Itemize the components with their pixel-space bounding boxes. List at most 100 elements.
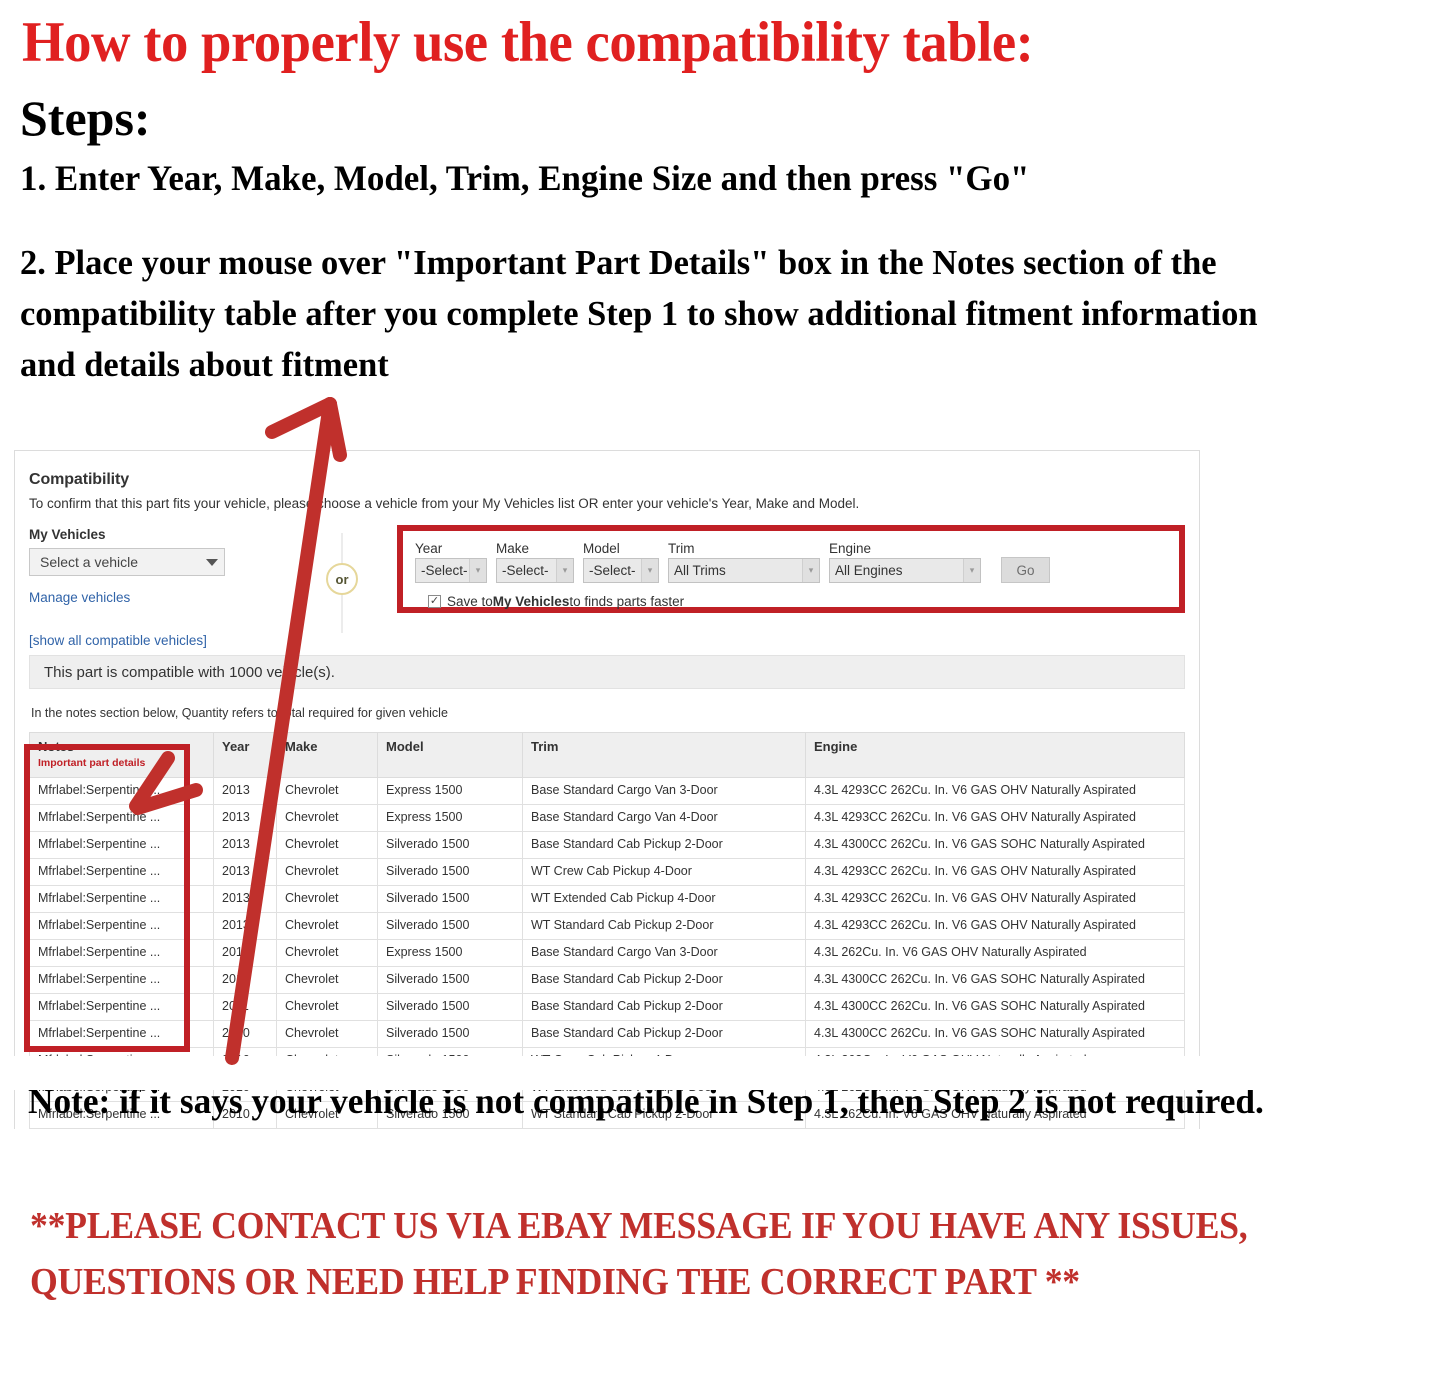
page-title: How to properly use the compatibility ta… bbox=[22, 11, 1034, 74]
save-vehicle-checkbox[interactable]: ✓ bbox=[428, 595, 441, 608]
cell-engine: 4.3L 4300CC 262Cu. In. V6 GAS SOHC Natur… bbox=[805, 966, 1185, 995]
my-vehicles-column: My Vehicles Select a vehicle Manage vehi… bbox=[29, 527, 287, 648]
cell-make: Chevrolet bbox=[276, 1020, 378, 1049]
table-header-row: Notes Important part details Year Make M… bbox=[29, 731, 1185, 779]
show-all-compatible-vehicles-link[interactable]: [show all compatible vehicles] bbox=[29, 633, 287, 648]
cell-notes[interactable]: Mfrlabel:Serpentine ... bbox=[29, 993, 214, 1022]
chevron-down-icon: ▾ bbox=[963, 559, 980, 582]
cell-model: Express 1500 bbox=[377, 939, 523, 968]
cell-model: Express 1500 bbox=[377, 777, 523, 806]
cell-trim: WT Extended Cab Pickup 4-Door bbox=[522, 885, 806, 914]
cell-notes[interactable]: Mfrlabel:Serpentine ... bbox=[29, 1020, 214, 1049]
cell-year: 2013 bbox=[213, 885, 277, 914]
cell-engine: 4.3L 4293CC 262Cu. In. V6 GAS OHV Natura… bbox=[805, 885, 1185, 914]
table-row: Mfrlabel:Serpentine ... 2013 Chevrolet Silv… bbox=[29, 831, 1185, 860]
cell-notes[interactable]: Mfrlabel:Serpentine ... bbox=[29, 885, 214, 914]
cell-engine: 4.3L 4293CC 262Cu. In. V6 GAS OHV Natura… bbox=[805, 777, 1185, 806]
model-label: Model bbox=[583, 541, 620, 556]
engine-select[interactable]: All Engines ▾ bbox=[829, 558, 981, 583]
trim-label: Trim bbox=[668, 541, 695, 556]
cell-engine: 4.3L 4300CC 262Cu. In. V6 GAS SOHC Natur… bbox=[805, 1020, 1185, 1049]
cell-notes[interactable]: Mfrlabel:Serpentine ... bbox=[29, 912, 214, 941]
cell-trim: Base Standard Cab Pickup 2-Door bbox=[522, 1020, 806, 1049]
model-value: -Select- bbox=[589, 563, 636, 578]
table-row: Mfrlabel:Serpentine ... 2013 Chevrolet Expr… bbox=[29, 804, 1185, 833]
cell-notes[interactable]: Mfrlabel:Serpentine ... bbox=[29, 966, 214, 995]
header-make: Make bbox=[276, 731, 378, 779]
cell-model: Silverado 1500 bbox=[377, 1020, 523, 1049]
cell-trim: Base Standard Cargo Van 3-Door bbox=[522, 777, 806, 806]
cell-notes[interactable]: Mfrlabel:Serpentine ... bbox=[29, 939, 214, 968]
table-clip-cover bbox=[0, 1056, 1445, 1090]
year-select[interactable]: -Select- ▾ bbox=[415, 558, 487, 583]
table-row: Mfrlabel:Serpentine ... 2013 Chevrolet Silv… bbox=[29, 885, 1185, 914]
header-model: Model bbox=[377, 731, 523, 779]
arrow-head-right-upper bbox=[323, 397, 347, 462]
year-select-group: Year -Select- ▾ bbox=[415, 541, 487, 583]
header-engine: Engine bbox=[805, 731, 1185, 779]
my-vehicles-selected-value: Select a vehicle bbox=[40, 554, 139, 570]
cell-engine: 4.3L 4300CC 262Cu. In. V6 GAS SOHC Natur… bbox=[805, 831, 1185, 860]
cell-make: Chevrolet bbox=[276, 993, 378, 1022]
manage-vehicles-link[interactable]: Manage vehicles bbox=[29, 590, 287, 605]
cell-engine: 4.3L 262Cu. In. V6 GAS OHV Naturally Asp… bbox=[805, 939, 1185, 968]
cell-year: 2013 bbox=[213, 831, 277, 860]
compatibility-panel: Compatibility To confirm that this part … bbox=[14, 450, 1200, 1130]
trim-select[interactable]: All Trims ▾ bbox=[668, 558, 820, 583]
header-notes-label: Notes bbox=[38, 739, 75, 754]
cell-trim: WT Standard Cab Pickup 2-Door bbox=[522, 912, 806, 941]
save-bold-text: My Vehicles bbox=[492, 594, 570, 609]
cell-year: 2011 bbox=[213, 993, 277, 1022]
header-notes: Notes Important part details bbox=[29, 731, 214, 779]
cell-make: Chevrolet bbox=[276, 885, 378, 914]
vehicle-entry-form-highlight: Year -Select- ▾ Make -Select- ▾ Model -S… bbox=[397, 525, 1185, 613]
my-vehicles-select[interactable]: Select a vehicle bbox=[29, 548, 225, 576]
instructions-block: How to properly use the compatibility ta… bbox=[0, 0, 1420, 390]
model-select[interactable]: -Select- ▾ bbox=[583, 558, 659, 583]
important-part-details-label: Important part details bbox=[38, 757, 146, 770]
cell-engine: 4.3L 4293CC 262Cu. In. V6 GAS OHV Natura… bbox=[805, 804, 1185, 833]
chevron-down-icon: ▾ bbox=[802, 559, 819, 582]
cell-trim: Base Standard Cab Pickup 2-Door bbox=[522, 993, 806, 1022]
step-2-text: 2. Place your mouse over "Important Part… bbox=[20, 243, 1258, 384]
cell-make: Chevrolet bbox=[276, 777, 378, 806]
chevron-down-icon: ▾ bbox=[469, 559, 486, 582]
or-divider: or bbox=[287, 527, 397, 642]
cell-year: 2012 bbox=[213, 966, 277, 995]
table-row: Mfrlabel:Serpentine ... 2013 Chevrolet Silv… bbox=[29, 912, 1185, 941]
cell-trim: Base Standard Cargo Van 4-Door bbox=[522, 804, 806, 833]
cell-model: Silverado 1500 bbox=[377, 885, 523, 914]
vehicle-selection-row: My Vehicles Select a vehicle Manage vehi… bbox=[29, 525, 1185, 653]
cell-trim: Base Standard Cargo Van 3-Door bbox=[522, 939, 806, 968]
quantity-note: In the notes section below, Quantity ref… bbox=[31, 706, 448, 720]
engine-value: All Engines bbox=[835, 563, 903, 578]
engine-label: Engine bbox=[829, 541, 872, 556]
header-year: Year bbox=[213, 731, 277, 779]
go-button[interactable]: Go bbox=[1001, 557, 1050, 583]
make-select[interactable]: -Select- ▾ bbox=[496, 558, 574, 583]
cell-year: 2013 bbox=[213, 912, 277, 941]
cell-year: 2010 bbox=[213, 1020, 277, 1049]
cell-notes[interactable]: Mfrlabel:Serpentine ... bbox=[29, 831, 214, 860]
arrow-head-left-upper bbox=[265, 397, 337, 439]
cell-year: 2013 bbox=[213, 777, 277, 806]
make-label: Make bbox=[496, 541, 530, 556]
cell-model: Express 1500 bbox=[377, 804, 523, 833]
compatibility-banner: This part is compatible with 1000 vehicl… bbox=[29, 655, 1185, 689]
cell-trim: Base Standard Cab Pickup 2-Door bbox=[522, 831, 806, 860]
cell-notes[interactable]: Mfrlabel:Serpentine ... bbox=[29, 777, 214, 806]
cell-engine: 4.3L 4293CC 262Cu. In. V6 GAS OHV Natura… bbox=[805, 912, 1185, 941]
engine-select-group: Engine All Engines ▾ bbox=[829, 541, 981, 583]
chevron-down-icon: ▾ bbox=[556, 559, 573, 582]
save-to-my-vehicles-row[interactable]: ✓ Save to My Vehicles to finds parts fas… bbox=[428, 594, 1167, 609]
chevron-down-icon: ▾ bbox=[641, 559, 658, 582]
cell-notes[interactable]: Mfrlabel:Serpentine ... bbox=[29, 804, 214, 833]
cell-year: 2013 bbox=[213, 858, 277, 887]
table-row: Mfrlabel:Serpentine ... 2011 Chevrolet Silv… bbox=[29, 993, 1185, 1022]
step-1-text: 1. Enter Year, Make, Model, Trim, Engine… bbox=[20, 158, 1030, 198]
save-suffix-text: to finds parts faster bbox=[569, 594, 685, 609]
cell-model: Silverado 1500 bbox=[377, 912, 523, 941]
cell-notes[interactable]: Mfrlabel:Serpentine ... bbox=[29, 858, 214, 887]
cell-engine: 4.3L 4293CC 262Cu. In. V6 GAS OHV Natura… bbox=[805, 858, 1185, 887]
cell-year: 2013 bbox=[213, 804, 277, 833]
